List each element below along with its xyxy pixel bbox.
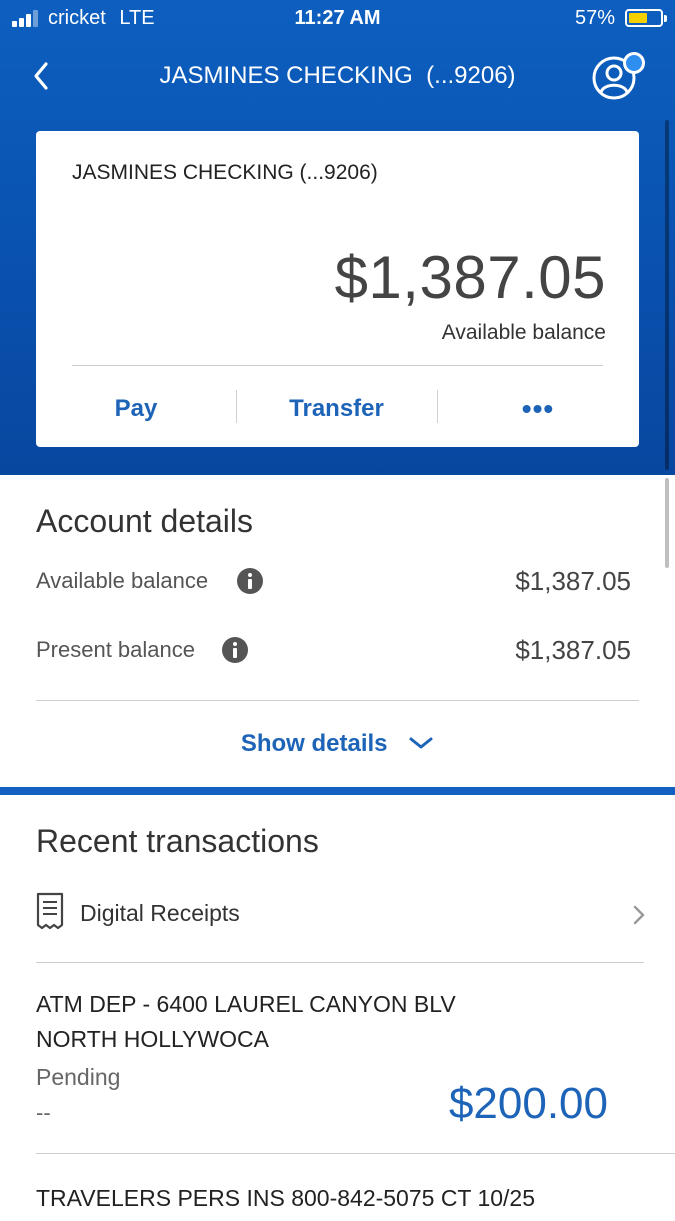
scrollbar-track[interactable] bbox=[665, 120, 669, 470]
card-divider bbox=[72, 365, 603, 366]
chevron-down-icon bbox=[409, 737, 433, 749]
transaction-date: -- bbox=[36, 1100, 51, 1125]
transaction-item[interactable]: ATM DEP - 6400 LAUREL CANYON BLV NORTH H… bbox=[36, 987, 646, 1152]
transaction-item[interactable]: TRAVELERS PERS INS 800-842-5075 CT 10/25 bbox=[36, 1181, 646, 1221]
receipt-icon bbox=[36, 892, 64, 930]
digital-receipts-label: Digital Receipts bbox=[80, 900, 240, 926]
detail-row-present-balance: Present balance $1,387.05 bbox=[36, 631, 631, 671]
scrollbar-thumb[interactable] bbox=[665, 478, 669, 568]
info-icon[interactable] bbox=[236, 567, 264, 595]
status-bar: cricket LTE 11:27 AM 57% bbox=[0, 0, 675, 38]
account-balance: $1,387.05 bbox=[334, 244, 606, 311]
transaction-status: Pending bbox=[36, 1064, 121, 1090]
profile-settings-icon bbox=[592, 52, 645, 100]
recent-transactions-heading: Recent transactions bbox=[36, 823, 319, 859]
digital-receipts-row[interactable]: Digital Receipts bbox=[36, 890, 646, 940]
back-button[interactable] bbox=[30, 58, 62, 94]
profile-settings-button[interactable] bbox=[590, 52, 646, 102]
detail-row-available-balance: Available balance $1,387.05 bbox=[36, 562, 631, 602]
status-time: 11:27 AM bbox=[294, 7, 381, 29]
transaction-amount: $200.00 bbox=[448, 1079, 608, 1128]
page-title: JASMINES CHECKING (...9206) bbox=[159, 62, 516, 89]
detail-label: Available balance bbox=[36, 568, 209, 593]
detail-value: $1,387.05 bbox=[515, 566, 631, 596]
transfer-button[interactable]: Transfer bbox=[236, 381, 437, 437]
transaction-description-line2: NORTH HOLLYWOCA bbox=[36, 1026, 270, 1052]
battery-percent: 57% bbox=[574, 7, 615, 29]
transaction-description-line1: ATM DEP - 6400 LAUREL CANYON BLV bbox=[36, 991, 456, 1017]
section-divider bbox=[0, 787, 675, 795]
info-icon[interactable] bbox=[221, 636, 249, 664]
account-details-heading: Account details bbox=[36, 503, 254, 539]
transaction-divider bbox=[36, 1153, 675, 1154]
chevron-right-icon bbox=[633, 905, 645, 925]
account-name: JASMINES CHECKING (...9206) bbox=[72, 161, 378, 184]
account-summary-card: JASMINES CHECKING (...9206) $1,387.05 Av… bbox=[36, 131, 639, 447]
transaction-description-line1: TRAVELERS PERS INS 800-842-5075 CT 10/25 bbox=[36, 1185, 536, 1211]
details-divider bbox=[36, 700, 639, 701]
receipts-divider bbox=[36, 962, 644, 963]
pay-button[interactable]: Pay bbox=[36, 381, 236, 437]
detail-label: Present balance bbox=[36, 637, 195, 662]
more-options-button[interactable]: ••• bbox=[437, 381, 639, 437]
show-details-button[interactable]: Show details bbox=[0, 730, 675, 758]
balance-label: Available balance bbox=[441, 321, 606, 344]
battery-icon bbox=[625, 9, 667, 27]
detail-value: $1,387.05 bbox=[515, 635, 631, 665]
chevron-left-icon bbox=[34, 62, 48, 90]
show-details-label: Show details bbox=[240, 730, 388, 757]
